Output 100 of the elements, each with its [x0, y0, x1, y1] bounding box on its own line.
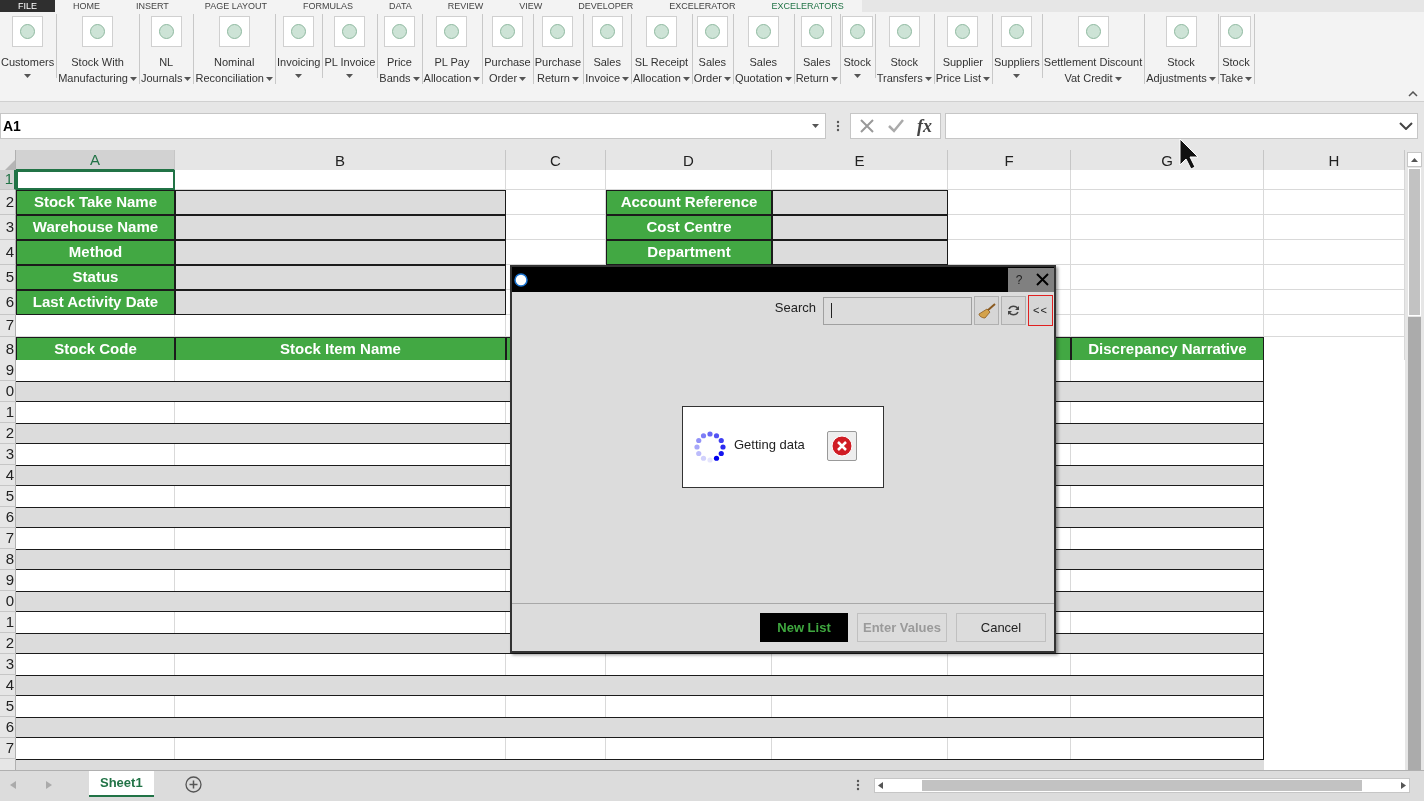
ribbon-button[interactable]: Sales Return: [794, 12, 839, 86]
ribbon-button[interactable]: SL Receipt Allocation: [632, 12, 691, 86]
dialog-button[interactable]: New List: [760, 613, 848, 642]
grid-cell[interactable]: [506, 170, 606, 190]
refresh-button[interactable]: [1001, 296, 1026, 325]
ribbon-button[interactable]: Price Bands: [378, 12, 421, 86]
grid-cell[interactable]: [1264, 240, 1405, 265]
grid-cell[interactable]: [1071, 315, 1264, 337]
ribbon-button[interactable]: Nominal Reconciliation: [194, 12, 274, 86]
field-value-cell[interactable]: [175, 290, 506, 315]
row-header[interactable]: [0, 759, 16, 770]
ribbon-tab[interactable]: EXCELERATORS: [753, 0, 862, 12]
search-field[interactable]: [823, 296, 972, 325]
collapse-button[interactable]: <<: [1028, 295, 1053, 326]
name-box[interactable]: A1: [0, 113, 826, 139]
row-header[interactable]: 3: [0, 215, 16, 240]
grid-cell[interactable]: [1264, 215, 1405, 240]
ribbon-button[interactable]: Stock: [840, 12, 874, 80]
sheet-tab[interactable]: Sheet1: [89, 771, 154, 797]
row-header[interactable]: 9: [0, 360, 16, 381]
row-header[interactable]: 3: [0, 654, 16, 675]
grid-cell[interactable]: [1264, 315, 1405, 337]
row-header[interactable]: 8: [0, 549, 16, 570]
field-value-cell[interactable]: [175, 190, 506, 215]
field-value-cell[interactable]: [772, 190, 948, 215]
column-header[interactable]: C: [506, 150, 606, 171]
ribbon-tab[interactable]: HOME: [55, 0, 118, 12]
grid-cell[interactable]: [1071, 215, 1264, 240]
column-header[interactable]: B: [175, 150, 506, 171]
grid-cell[interactable]: [948, 170, 1071, 190]
row-header[interactable]: 1: [0, 612, 16, 633]
more-icon[interactable]: [836, 120, 840, 132]
ribbon-button[interactable]: Suppliers: [992, 12, 1041, 80]
ribbon-tab[interactable]: REVIEW: [429, 0, 502, 12]
row-header[interactable]: 2: [0, 423, 16, 444]
row-header[interactable]: 7: [0, 738, 16, 759]
formula-field[interactable]: [945, 113, 1418, 139]
ribbon-tab[interactable]: DATA: [371, 0, 430, 12]
scroll-left-icon[interactable]: [10, 781, 16, 789]
insert-function-button[interactable]: fx: [917, 116, 932, 136]
field-value-cell[interactable]: [772, 215, 948, 240]
column-header[interactable]: D: [606, 150, 772, 171]
ribbon-button[interactable]: PL Pay Allocation: [422, 12, 482, 86]
ribbon-button[interactable]: Supplier Price List: [934, 12, 991, 86]
ribbon-tab[interactable]: FILE: [0, 0, 55, 12]
row-header[interactable]: 8: [0, 337, 16, 362]
field-value-cell[interactable]: [175, 240, 506, 265]
grid-cell[interactable]: [175, 315, 506, 337]
row-header[interactable]: 5: [0, 696, 16, 717]
clear-button[interactable]: [974, 296, 999, 325]
chevron-down-icon[interactable]: [1399, 122, 1413, 130]
column-header[interactable]: E: [772, 150, 948, 171]
row-header[interactable]: 3: [0, 444, 16, 465]
ribbon-button[interactable]: Stock Adjustments: [1145, 12, 1217, 86]
ribbon-tab[interactable]: DEVELOPER: [560, 0, 652, 12]
ribbon-button[interactable]: Sales Invoice: [584, 12, 631, 86]
column-header[interactable]: A: [16, 150, 175, 171]
row-header[interactable]: 5: [0, 486, 16, 507]
row-header[interactable]: 2: [0, 633, 16, 654]
row-header[interactable]: 9: [0, 570, 16, 591]
row-header[interactable]: 0: [0, 591, 16, 612]
ribbon-tab[interactable]: EXCELERATOR: [651, 0, 754, 12]
more-icon[interactable]: [855, 779, 860, 791]
row-header[interactable]: 7: [0, 528, 16, 549]
ribbon-tab[interactable]: INSERT: [118, 0, 187, 12]
table-cell[interactable]: [1071, 360, 1264, 381]
grid-cell[interactable]: [506, 240, 606, 265]
stop-button[interactable]: [826, 431, 857, 461]
ribbon-button[interactable]: Stock Take: [1218, 12, 1254, 86]
ribbon-tab[interactable]: VIEW: [501, 0, 561, 12]
row-header[interactable]: 4: [0, 465, 16, 486]
column-header[interactable]: H: [1264, 150, 1405, 171]
ribbon-button[interactable]: Customers: [0, 12, 56, 80]
cancel-icon[interactable]: [859, 118, 875, 134]
row-header[interactable]: 0: [0, 381, 16, 402]
dialog-button[interactable]: Cancel: [956, 613, 1046, 642]
ribbon-tab[interactable]: PAGE LAYOUT: [186, 0, 286, 12]
horizontal-scrollbar[interactable]: [873, 778, 1410, 793]
grid-cell[interactable]: [1071, 170, 1264, 190]
ribbon-button[interactable]: Invoicing: [275, 12, 322, 80]
select-all-corner[interactable]: [0, 150, 16, 171]
grid-cell[interactable]: [1264, 290, 1405, 315]
ribbon-button[interactable]: Settlement Discount Vat Credit: [1042, 12, 1144, 86]
ribbon-button[interactable]: Stock Transfers: [875, 12, 933, 86]
row-header[interactable]: 1: [0, 170, 16, 190]
grid-cell[interactable]: [1264, 265, 1405, 290]
field-value-cell[interactable]: [175, 265, 506, 290]
row-header[interactable]: 6: [0, 507, 16, 528]
ribbon-button[interactable]: Purchase Return: [533, 12, 583, 86]
row-header[interactable]: 1: [0, 402, 16, 423]
row-header[interactable]: 6: [0, 290, 16, 315]
grid-cell[interactable]: [948, 190, 1071, 215]
scrollbar-thumb[interactable]: [1408, 168, 1421, 316]
row-header[interactable]: 4: [0, 240, 16, 265]
check-icon[interactable]: [887, 118, 905, 134]
ribbon-button[interactable]: Sales Quotation: [733, 12, 793, 86]
grid-cell[interactable]: [175, 170, 506, 190]
row-header[interactable]: 5: [0, 265, 16, 290]
field-value-cell[interactable]: [175, 215, 506, 240]
grid-cell[interactable]: [16, 315, 175, 337]
